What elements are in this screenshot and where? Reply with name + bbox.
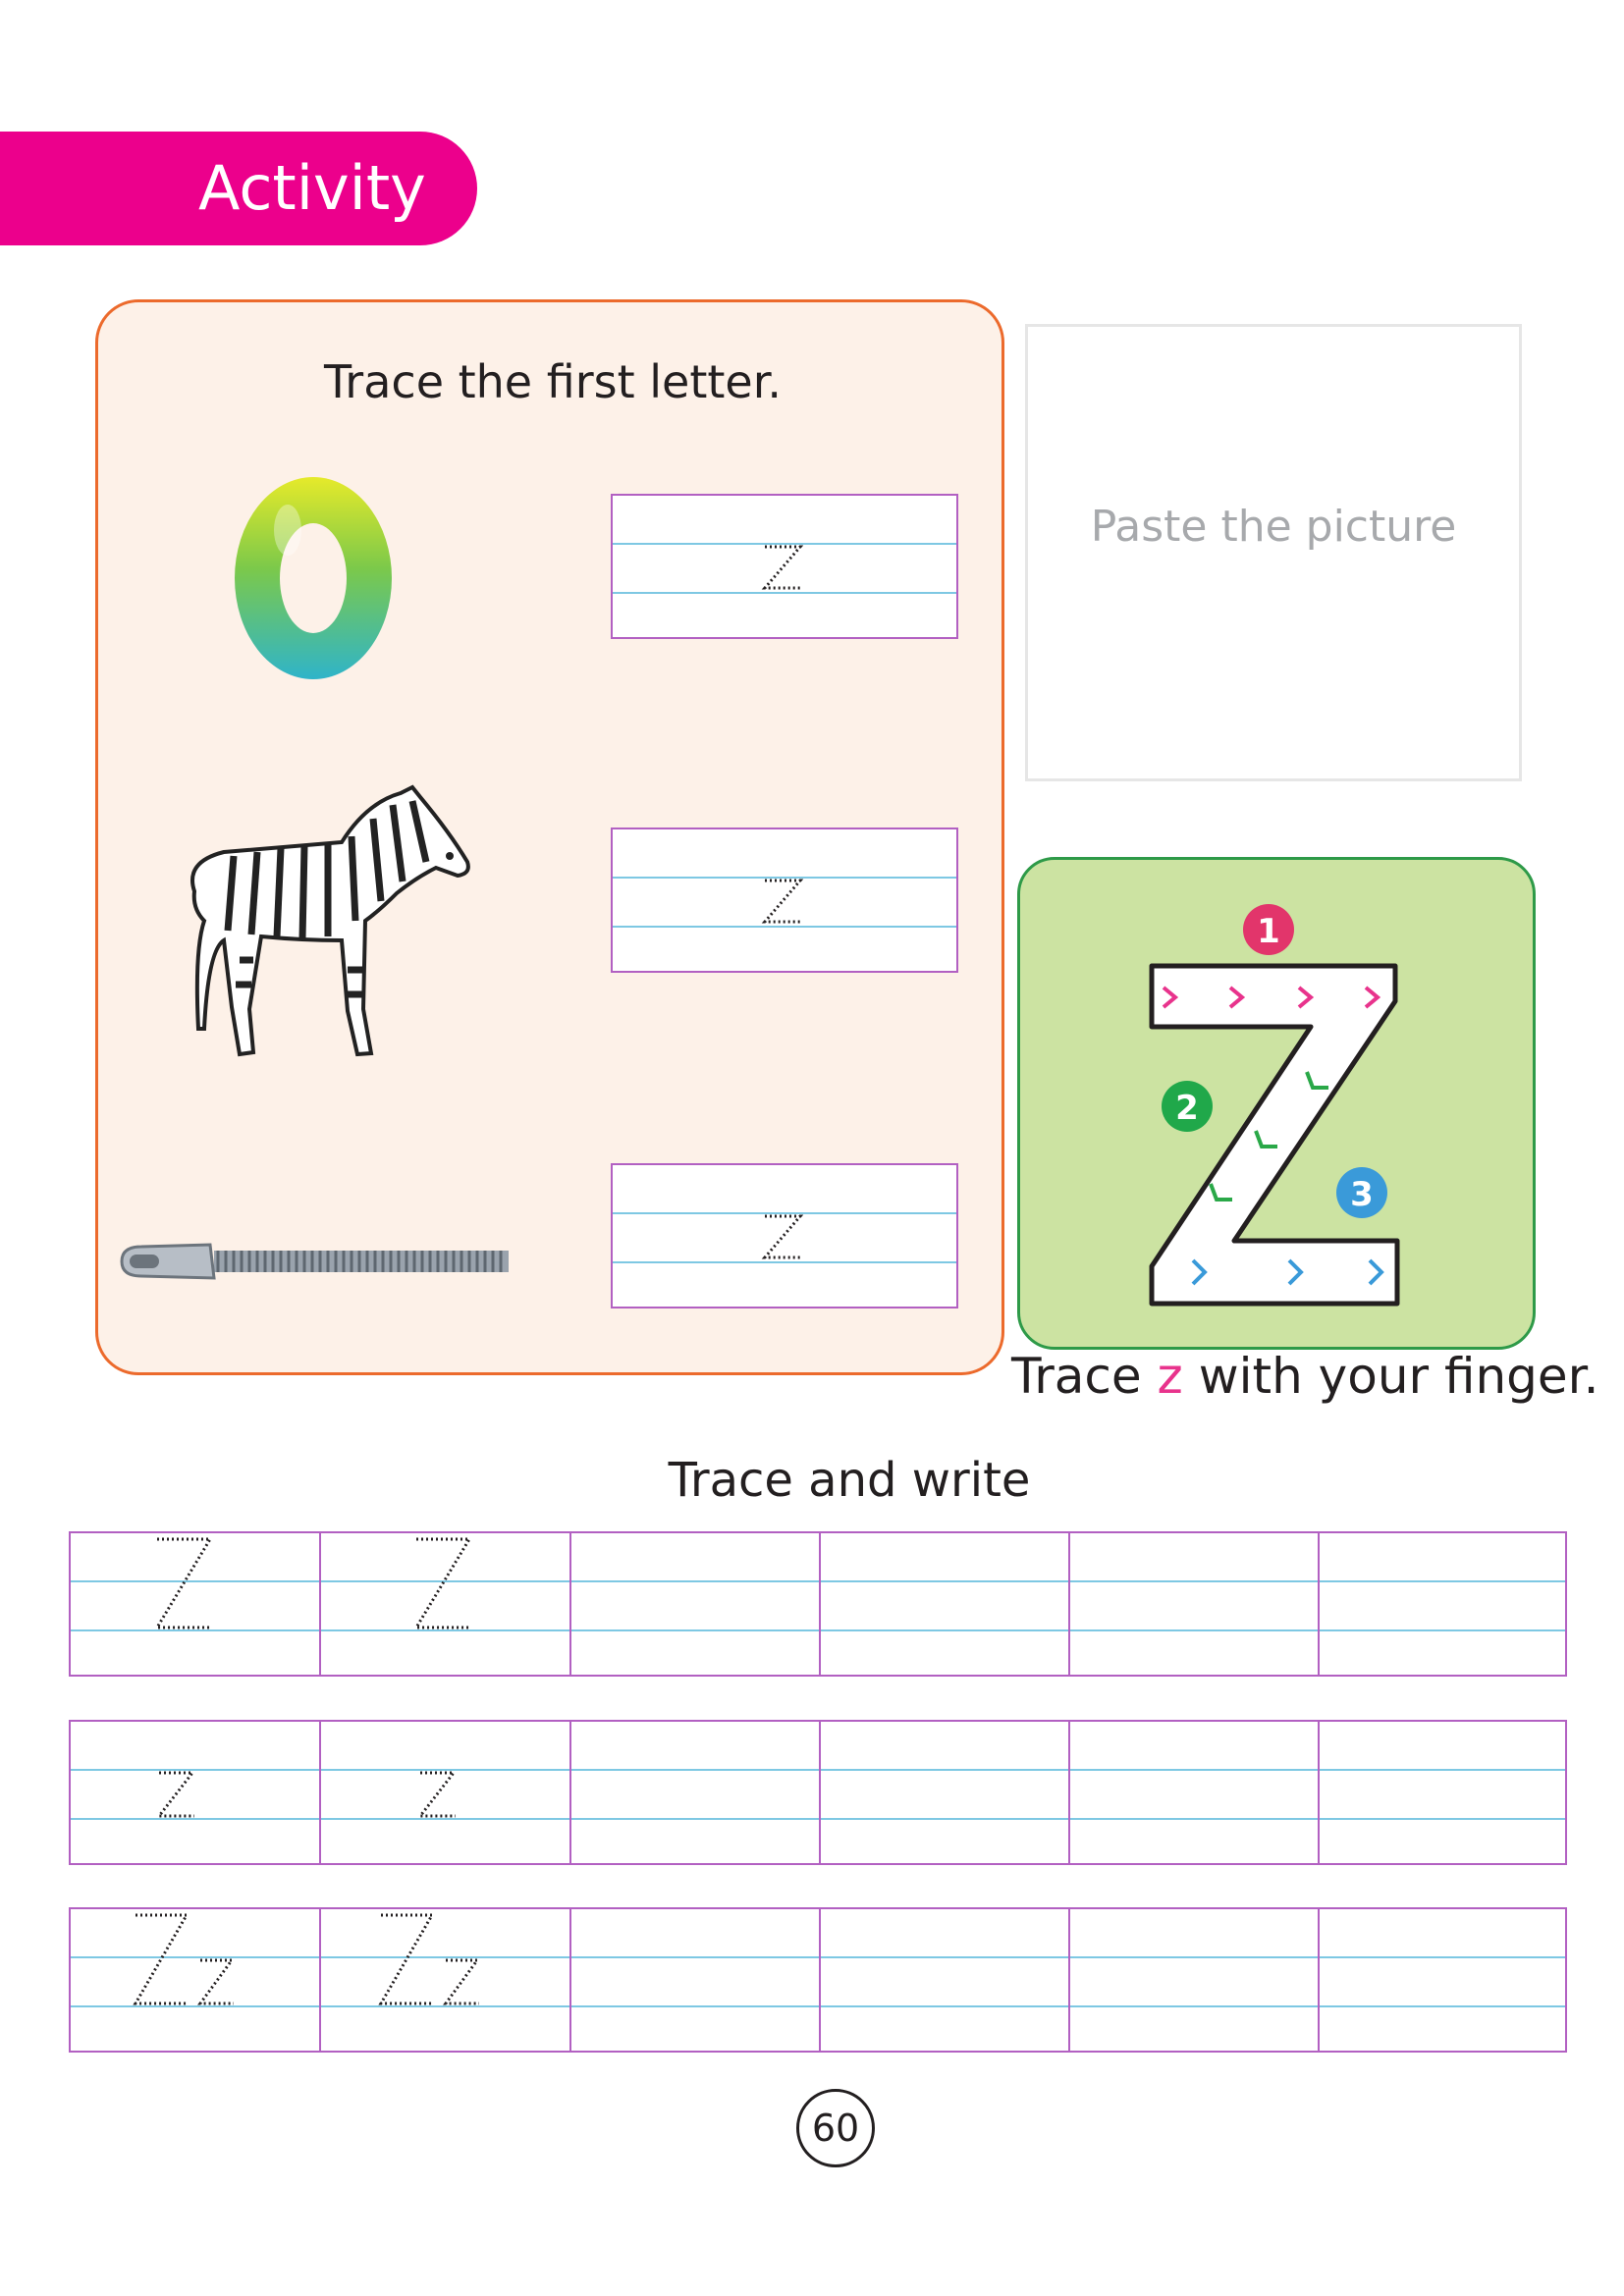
dotted-zz-pair [378, 1913, 480, 2005]
activity-title: Activity [198, 152, 426, 224]
guide-line [613, 592, 956, 594]
letter-trace-box[interactable] [611, 828, 958, 973]
block-z-letter[interactable]: 1 2 3 [1020, 860, 1533, 1347]
trace-first-letter-panel: Trace the first letter. [95, 299, 1004, 1375]
zipper-icon [120, 1243, 509, 1280]
guide-line [613, 1261, 956, 1263]
activity-tab: Activity [0, 132, 477, 245]
finger-trace-panel: 1 2 3 [1017, 857, 1536, 1350]
page-number: 60 [796, 2089, 875, 2167]
dotted-z-glyph [761, 879, 804, 924]
step-2-number: 2 [1175, 1089, 1199, 1128]
caption-letter: z [1157, 1348, 1183, 1405]
caption-text: with your finger. [1182, 1348, 1599, 1405]
writing-row-mixed[interactable] [69, 1907, 1567, 2053]
paste-picture-box[interactable]: Paste the picture [1025, 324, 1522, 781]
dotted-z-glyph [761, 545, 804, 590]
guide-line [613, 926, 956, 928]
letter-trace-box[interactable] [611, 1163, 958, 1308]
guide-line [71, 1580, 1565, 1582]
paste-picture-label: Paste the picture [1090, 502, 1457, 552]
guide-line [71, 1629, 1565, 1631]
dotted-lowercase-z [155, 1771, 196, 1818]
number-zero-icon [235, 477, 392, 679]
dotted-uppercase-z [154, 1537, 213, 1629]
guide-line [71, 2005, 1565, 2007]
dotted-lowercase-z [416, 1771, 458, 1818]
guide-line [71, 1769, 1565, 1771]
trace-instruction: Trace the first letter. [323, 355, 783, 408]
writing-row-lowercase[interactable] [69, 1720, 1567, 1865]
guide-line [71, 1818, 1565, 1820]
step-1-number: 1 [1257, 912, 1280, 951]
caption-text: Trace [1011, 1348, 1158, 1405]
dotted-z-glyph [761, 1214, 804, 1259]
writing-row-uppercase[interactable] [69, 1531, 1567, 1677]
letter-trace-box[interactable] [611, 494, 958, 639]
dotted-uppercase-z [413, 1537, 472, 1629]
trace-write-title: Trace and write [668, 1453, 1031, 1508]
guide-line [71, 1956, 1565, 1958]
step-3-number: 3 [1350, 1175, 1374, 1214]
zebra-icon [190, 784, 470, 1057]
finger-trace-caption: Trace z with your finger. [1011, 1348, 1599, 1405]
dotted-zz-pair [133, 1913, 235, 2005]
